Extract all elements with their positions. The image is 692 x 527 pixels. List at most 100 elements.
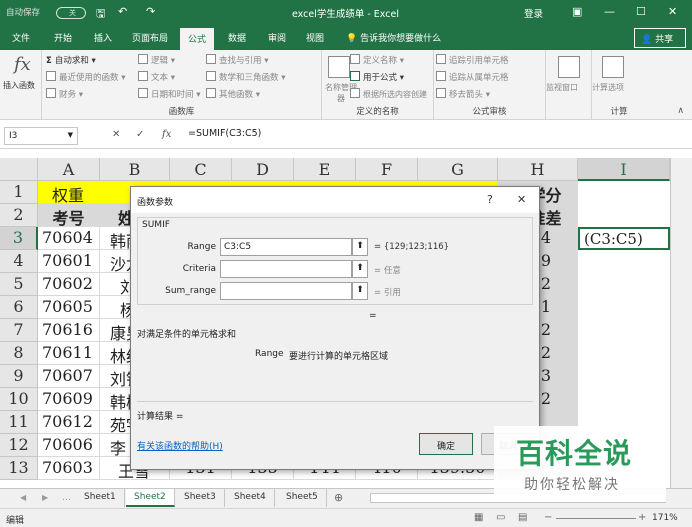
ribbon-display-icon[interactable]: ▣ [572, 5, 582, 18]
close-icon[interactable]: ✕ [668, 5, 677, 18]
row-header[interactable]: 10 [0, 388, 38, 411]
tab-file[interactable]: 文件 [10, 31, 32, 44]
col-header-e[interactable]: E [294, 158, 356, 181]
create-from-selection-button[interactable]: 根据所选内容创建 [350, 88, 427, 100]
row-header[interactable]: 6 [0, 296, 38, 319]
criteria-input[interactable] [220, 260, 352, 278]
datetime-button[interactable]: 日期和时间 ▾ [138, 88, 200, 100]
login-link[interactable]: 登录 [524, 6, 543, 20]
vertical-scrollbar[interactable] [670, 158, 692, 488]
cell-a3[interactable]: 70604 [38, 227, 100, 250]
row-header[interactable]: 5 [0, 273, 38, 296]
row-header[interactable]: 7 [0, 319, 38, 342]
recent-functions-button[interactable]: 最近使用的函数 ▾ [46, 71, 125, 83]
minimize-icon[interactable]: — [604, 5, 615, 18]
cell-a6[interactable]: 70605 [38, 296, 100, 319]
row-header[interactable]: 2 [0, 204, 38, 227]
cell-a7[interactable]: 70616 [38, 319, 100, 342]
select-all-corner[interactable] [0, 158, 38, 181]
collapse-dialog-icon[interactable]: ⬆ [352, 282, 368, 300]
autosum-button[interactable]: Σ 自动求和 ▾ [46, 54, 96, 66]
row-header[interactable]: 8 [0, 342, 38, 365]
formula-input[interactable]: =SUMIF(C3:C5) [188, 128, 261, 139]
zoom-out-icon[interactable]: − [544, 512, 552, 523]
share-button[interactable]: 👤 共享 [634, 28, 686, 48]
active-cell-i3[interactable]: (C3:C5) [578, 227, 670, 250]
cell-a2[interactable]: 考号 [38, 204, 100, 227]
add-sheet-icon[interactable]: ⊕ [334, 491, 343, 504]
math-button[interactable]: 数学和三角函数 ▾ [206, 71, 285, 83]
next-sheet-icon[interactable]: ▶ [42, 493, 48, 502]
row-header[interactable]: 11 [0, 411, 38, 434]
page-break-icon[interactable]: ▤ [518, 512, 527, 523]
row-header[interactable]: 4 [0, 250, 38, 273]
more-functions-button[interactable]: 其他函数 ▾ [206, 88, 260, 100]
dialog-close-icon[interactable]: ✕ [517, 193, 526, 206]
sheet-tab-4[interactable]: Sheet4 [226, 489, 275, 507]
col-header-b[interactable]: B [100, 158, 170, 181]
watch-window-button[interactable]: 监视窗口 [546, 82, 578, 93]
row-header[interactable]: 9 [0, 365, 38, 388]
name-box[interactable]: I3 ▼ [4, 127, 78, 145]
page-layout-icon[interactable]: ▭ [496, 512, 505, 523]
tab-page-layout[interactable]: 页面布局 [130, 31, 170, 44]
tab-view[interactable]: 视图 [304, 31, 326, 44]
more-sheets-icon[interactable]: … [62, 493, 71, 503]
row-header[interactable]: 1 [0, 181, 38, 204]
remove-arrows-button[interactable]: 移去箭头 ▾ [436, 88, 490, 100]
row-header[interactable]: 3 [0, 227, 38, 250]
tab-formulas[interactable]: 公式 [180, 28, 215, 50]
cell-a5[interactable]: 70602 [38, 273, 100, 296]
calc-options-button[interactable]: 计算选项 [592, 82, 624, 93]
tell-me-search[interactable]: 💡 告诉我你想要做什么 [344, 31, 443, 44]
define-name-button[interactable]: 定义名称 ▾ [350, 54, 404, 66]
cell-a11[interactable]: 70612 [38, 411, 100, 434]
fx-button[interactable]: fx [162, 129, 171, 140]
cell-a4[interactable]: 70601 [38, 250, 100, 273]
lookup-button[interactable]: 查找与引用 ▾ [206, 54, 268, 66]
sheet-tab-3[interactable]: Sheet3 [176, 489, 225, 507]
cell-a12[interactable]: 70606 [38, 434, 100, 457]
prev-sheet-icon[interactable]: ◀ [20, 493, 26, 502]
zoom-in-icon[interactable]: + [638, 512, 646, 523]
insert-function-button[interactable]: 插入函数 [3, 80, 35, 91]
collapse-ribbon-icon[interactable]: ∧ [677, 106, 684, 116]
cell-a9[interactable]: 70607 [38, 365, 100, 388]
col-header-d[interactable]: D [232, 158, 294, 181]
tab-insert[interactable]: 插入 [92, 31, 114, 44]
cell-a8[interactable]: 70611 [38, 342, 100, 365]
col-header-g[interactable]: G [418, 158, 498, 181]
tab-review[interactable]: 审阅 [266, 31, 288, 44]
sheet-tab-1[interactable]: Sheet1 [76, 489, 125, 507]
tab-home[interactable]: 开始 [52, 31, 74, 44]
normal-view-icon[interactable]: ▦ [474, 512, 483, 523]
help-icon[interactable]: ? [487, 193, 493, 206]
text-button[interactable]: 文本 ▾ [138, 71, 175, 83]
zoom-slider[interactable] [556, 518, 636, 519]
autosave-toggle[interactable]: 关 [56, 7, 86, 19]
redo-icon[interactable]: ↷ [146, 5, 155, 18]
col-header-a[interactable]: A [38, 158, 100, 181]
range-input[interactable]: C3:C5 [220, 238, 352, 256]
maximize-icon[interactable]: ☐ [636, 5, 646, 18]
cell-a10[interactable]: 70609 [38, 388, 100, 411]
col-header-f[interactable]: F [356, 158, 418, 181]
cell-a13[interactable]: 70603 [38, 457, 100, 480]
ok-button[interactable]: 确定 [419, 433, 473, 455]
save-icon[interactable]: 🖫 [96, 5, 105, 24]
undo-icon[interactable]: ↶ [118, 5, 127, 18]
zoom-level[interactable]: 171% [652, 513, 678, 523]
logical-button[interactable]: 逻辑 ▾ [138, 54, 175, 66]
row-header[interactable]: 13 [0, 457, 38, 480]
enter-formula-icon[interactable]: ✓ [136, 129, 144, 140]
collapse-dialog-icon[interactable]: ⬆ [352, 260, 368, 278]
use-in-formula-button[interactable]: 用于公式 ▾ [350, 71, 404, 83]
trace-dependents-button[interactable]: 追踪从属单元格 [436, 71, 509, 83]
col-header-c[interactable]: C [170, 158, 232, 181]
tab-data[interactable]: 数据 [226, 31, 248, 44]
col-header-i[interactable]: I [578, 158, 670, 181]
sheet-tab-5[interactable]: Sheet5 [278, 489, 327, 507]
collapse-dialog-icon[interactable]: ⬆ [352, 238, 368, 256]
financial-button[interactable]: 财务 ▾ [46, 88, 83, 100]
col-header-h[interactable]: H [498, 158, 578, 181]
